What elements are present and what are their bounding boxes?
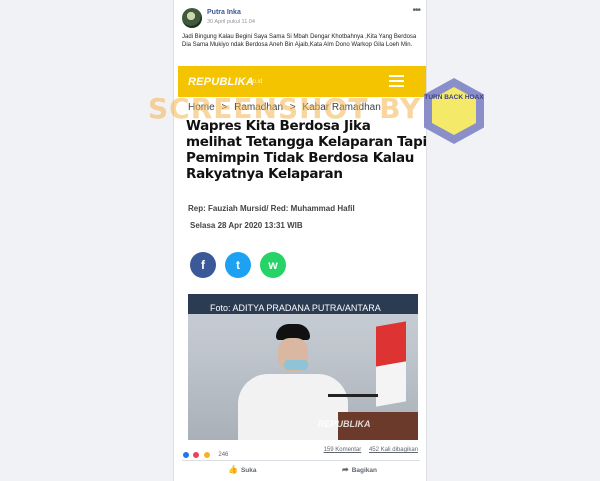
flag-red-stripe (376, 321, 406, 367)
like-reaction-icon (182, 450, 190, 459)
post-text: Jadi Bingung Kalau Begini Saya Sama Si M… (182, 34, 417, 48)
speaker-body (238, 374, 348, 440)
photo-watermark: REPUBLIKA (318, 419, 371, 429)
speaker-mask (284, 360, 308, 370)
facebook-post-card: Putra Inka 30 April pukul 11.04 ••• Jadi… (173, 0, 427, 481)
seal-text: TURN BACK HOAX (424, 94, 484, 101)
article-date: Selasa 28 Apr 2020 13:31 WIB (190, 221, 303, 230)
republika-logo: REPUBLIKA (188, 76, 254, 88)
share-arrow-icon: ➦ (342, 465, 349, 474)
author-name[interactable]: Putra Inka (207, 9, 241, 16)
reaction-count: 246 (218, 451, 229, 458)
post-timestamp[interactable]: 30 April pukul 11.04 (207, 19, 255, 25)
menu-icon (389, 75, 404, 87)
screenshot-watermark: SCREENSHOT BY (148, 92, 422, 125)
post-header: Putra Inka 30 April pukul 11.04 ••• (182, 5, 422, 30)
avatar[interactable] (182, 8, 202, 28)
like-label: Suka (240, 467, 257, 474)
twitter-share-icon: t (225, 252, 251, 278)
whatsapp-share-icon: w (260, 252, 286, 278)
action-bar: 👍 Suka ➦ Bagikan (182, 460, 420, 478)
reactions-summary[interactable]: 246 (182, 446, 229, 459)
article-byline: Rep: Fauziah Mursid/ Red: Muhammad Hafil (188, 204, 355, 213)
flag-white-stripe (376, 361, 406, 407)
turnbackhoax-seal: TURN BACK HOAX (424, 78, 484, 144)
care-reaction-icon (202, 450, 211, 459)
share-button[interactable]: ➦ Bagikan (342, 465, 377, 474)
shares-link[interactable]: 452 Kali dibagikan (369, 447, 418, 453)
article-headline: Wapres Kita Berdosa Jika melihat Tetangg… (186, 118, 426, 182)
thumbs-up-icon: 👍 (228, 465, 238, 474)
page: Putra Inka 30 April pukul 11.04 ••• Jadi… (0, 0, 600, 481)
comments-link[interactable]: 159 Komentar (324, 447, 362, 453)
microphone (328, 394, 378, 397)
article-photo: Foto: ADITYA PRADANA PUTRA/ANTARA REPUBL… (188, 294, 418, 440)
post-stats: 159 Komentar 452 Kali dibagikan (318, 447, 418, 453)
share-label: Bagikan (351, 467, 377, 474)
facebook-share-icon: f (190, 252, 216, 278)
photo-credit: Foto: ADITYA PRADANA PUTRA/ANTARA (210, 303, 381, 313)
like-button[interactable]: 👍 Suka (228, 465, 257, 474)
love-reaction-icon (192, 450, 201, 459)
republika-domain: .co.id (248, 79, 263, 85)
more-dots-icon[interactable]: ••• (412, 5, 420, 16)
